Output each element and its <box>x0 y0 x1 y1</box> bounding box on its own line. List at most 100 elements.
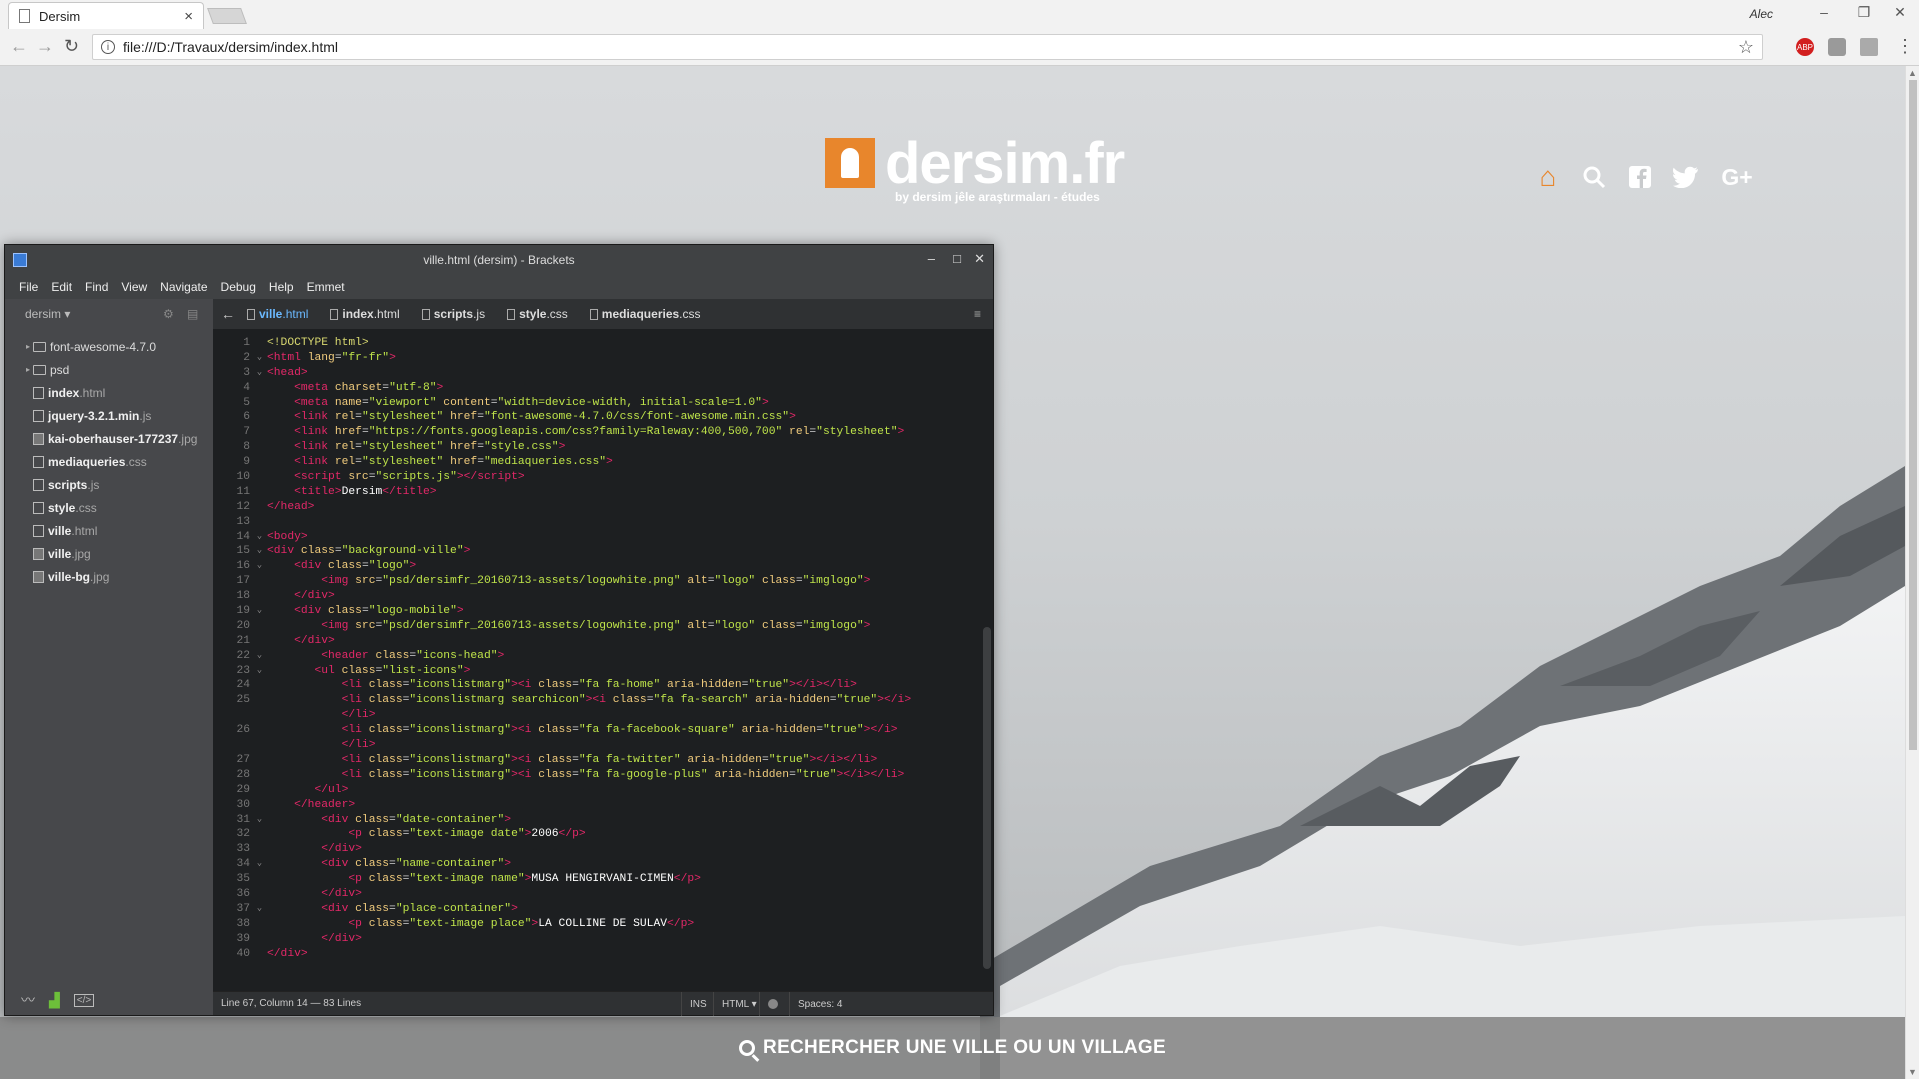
live-preview-icon[interactable]: 〰 <box>21 990 35 1010</box>
linter-status[interactable] <box>759 992 786 1016</box>
scroll-up-icon[interactable]: ▲ <box>1908 68 1917 78</box>
window-restore-icon[interactable]: ❐ <box>1849 4 1879 21</box>
code-line[interactable]: 11 <title>Dersim</title> <box>213 486 983 501</box>
file-tree-item[interactable]: ville-bg .jpg <box>5 565 213 588</box>
code-line[interactable]: 3 ⌄ <head> <box>213 367 983 382</box>
code-area[interactable]: 1 <!DOCTYPE html> 2 ⌄ <html lang="fr-fr"> 3 ⌄ <… <box>213 337 983 969</box>
code-line[interactable]: 6 <link rel="stylesheet" href="font-awes… <box>213 411 983 426</box>
forward-icon[interactable]: → <box>36 36 54 57</box>
page-scrollbar[interactable]: ▲ ▼ <box>1905 66 1919 1079</box>
tab-close-icon[interactable]: × <box>184 8 193 25</box>
code-line[interactable]: 1 <!DOCTYPE html> <box>213 337 983 352</box>
code-line[interactable]: 19 ⌄ <div class="logo-mobile"> <box>213 605 983 620</box>
menu-edit[interactable]: Edit <box>51 280 72 294</box>
code-line[interactable]: 16 ⌄ <div class="logo"> <box>213 560 983 575</box>
code-line[interactable]: 38 <p class="text-image place">LA COLLIN… <box>213 918 983 933</box>
code-line[interactable]: 25 <li class="iconslistmarg searchicon">… <box>213 694 983 709</box>
fold-marker-icon[interactable]: ⌄ <box>253 665 266 680</box>
google-plus-icon[interactable]: G+ <box>1719 164 1755 190</box>
search-city-button[interactable]: RECHERCHER UNE VILLE OU UN VILLAGE <box>0 1017 1905 1079</box>
editor-tab-style[interactable]: style .css <box>507 307 568 321</box>
search-icon[interactable] <box>1581 164 1607 190</box>
code-line[interactable]: 36 </div> <box>213 888 983 903</box>
window-close-icon[interactable]: ✕ <box>1885 4 1915 21</box>
menu-find[interactable]: Find <box>85 280 108 294</box>
code-line[interactable]: 18 </div> <box>213 590 983 605</box>
file-tree-item[interactable]: index .html <box>5 381 213 404</box>
brackets-close-icon[interactable]: ✕ <box>974 251 985 267</box>
editor-scroll-thumb[interactable] <box>983 627 991 969</box>
bookmark-star-icon[interactable]: ☆ <box>1738 37 1754 58</box>
code-line[interactable]: 27 <li class="iconslistmarg"><i class="f… <box>213 754 983 769</box>
code-line[interactable]: 5 <meta name="viewport" content="width=d… <box>213 397 983 412</box>
code-line[interactable]: 4 <meta charset="utf-8"> <box>213 382 983 397</box>
menu-emmet[interactable]: Emmet <box>307 280 345 294</box>
fold-marker-icon[interactable]: ⌄ <box>253 352 266 367</box>
fold-marker-icon[interactable]: ⌄ <box>253 814 266 829</box>
menu-file[interactable]: File <box>19 280 38 294</box>
editor-tab-index[interactable]: index .html <box>330 307 400 321</box>
code-line[interactable]: 23 ⌄ <ul class="list-icons"> <box>213 665 983 680</box>
code-line[interactable]: 31 ⌄ <div class="date-container"> <box>213 814 983 829</box>
fold-marker-icon[interactable]: ⌄ <box>253 903 266 918</box>
menu-help[interactable]: Help <box>269 280 294 294</box>
code-line[interactable]: 7 <link href="https://fonts.googleapis.c… <box>213 426 983 441</box>
code-line[interactable]: 14 ⌄ <body> <box>213 531 983 546</box>
gear-icon[interactable]: ⚙ <box>163 307 174 321</box>
file-tree-item[interactable]: ▸ psd <box>5 358 213 381</box>
code-line[interactable]: </li> <box>213 709 983 724</box>
menu-navigate[interactable]: Navigate <box>160 280 207 294</box>
home-icon[interactable]: ⌂ <box>1535 161 1561 192</box>
fold-marker-icon[interactable]: ⌄ <box>253 531 266 546</box>
extension-icon[interactable] <box>1860 38 1878 56</box>
code-line[interactable]: 17 <img src="psd/dersimfr_20160713-asset… <box>213 575 983 590</box>
file-tree-item[interactable]: mediaqueries .css <box>5 450 213 473</box>
indent-setting[interactable]: Spaces: 4 <box>789 992 850 1016</box>
browser-menu-icon[interactable]: ⋮ <box>1896 36 1914 57</box>
folder-toggle-icon[interactable]: ▸ <box>26 365 30 374</box>
fold-marker-icon[interactable]: ⌄ <box>253 650 266 665</box>
brackets-maximize-icon[interactable]: □ <box>953 251 961 266</box>
info-icon[interactable]: i <box>101 40 115 54</box>
adblock-icon[interactable]: ABP <box>1796 38 1814 56</box>
code-line[interactable]: 22 ⌄ <header class="icons-head"> <box>213 650 983 665</box>
file-tree-item[interactable]: ville .jpg <box>5 542 213 565</box>
extension-manager-icon[interactable]: ▟ <box>49 992 60 1009</box>
insert-mode[interactable]: INS <box>681 992 715 1016</box>
facebook-icon[interactable] <box>1627 164 1653 190</box>
language-selector[interactable]: HTML ▾ <box>713 992 765 1016</box>
code-line[interactable]: 37 ⌄ <div class="place-container"> <box>213 903 983 918</box>
code-line[interactable]: 39 </div> <box>213 933 983 948</box>
code-line[interactable]: 28 <li class="iconslistmarg"><i class="f… <box>213 769 983 784</box>
code-line[interactable]: 33 </div> <box>213 843 983 858</box>
code-line[interactable]: 12 </head> <box>213 501 983 516</box>
code-line[interactable]: 32 <p class="text-image date">2006</p> <box>213 828 983 843</box>
file-tree-item[interactable]: kai-oberhauser-177237 .jpg <box>5 427 213 450</box>
address-bar[interactable]: i file:///D:/Travaux/dersim/index.html ☆ <box>92 34 1763 60</box>
scroll-thumb[interactable] <box>1909 80 1917 750</box>
code-line[interactable]: 34 ⌄ <div class="name-container"> <box>213 858 983 873</box>
code-line[interactable]: 20 <img src="psd/dersimfr_20160713-asset… <box>213 620 983 635</box>
fold-marker-icon[interactable]: ⌄ <box>253 560 266 575</box>
editor-tab-ville[interactable]: ville .html <box>247 307 308 321</box>
brackets-titlebar[interactable]: ville.html (dersim) - Brackets – □ ✕ <box>5 245 993 275</box>
code-line[interactable]: 40 </div> <box>213 948 983 963</box>
menu-debug[interactable]: Debug <box>221 280 256 294</box>
folder-toggle-icon[interactable]: ▸ <box>26 342 30 351</box>
project-dropdown[interactable]: dersim ▾ <box>25 307 70 321</box>
scroll-down-icon[interactable]: ▼ <box>1908 1067 1917 1077</box>
code-line[interactable]: 26 <li class="iconslistmarg"><i class="f… <box>213 724 983 739</box>
new-tab-button[interactable] <box>207 8 247 24</box>
menu-view[interactable]: View <box>121 280 147 294</box>
fold-marker-icon[interactable]: ⌄ <box>253 367 266 382</box>
code-line[interactable]: 24 <li class="iconslistmarg"><i class="f… <box>213 679 983 694</box>
file-tree-item[interactable]: jquery-3.2.1.min .js <box>5 404 213 427</box>
code-line[interactable]: 9 <link rel="stylesheet" href="mediaquer… <box>213 456 983 471</box>
code-line[interactable]: 10 <script src="scripts.js"></script> <box>213 471 983 486</box>
tabs-menu-icon[interactable]: ≡ <box>974 307 981 321</box>
url-text[interactable]: file:///D:/Travaux/dersim/index.html <box>123 39 338 55</box>
editor-scrollbar[interactable] <box>983 337 991 969</box>
back-icon[interactable]: ← <box>10 36 28 57</box>
window-minimize-icon[interactable]: – <box>1809 4 1839 20</box>
navigate-back-icon[interactable]: ← <box>221 306 235 322</box>
